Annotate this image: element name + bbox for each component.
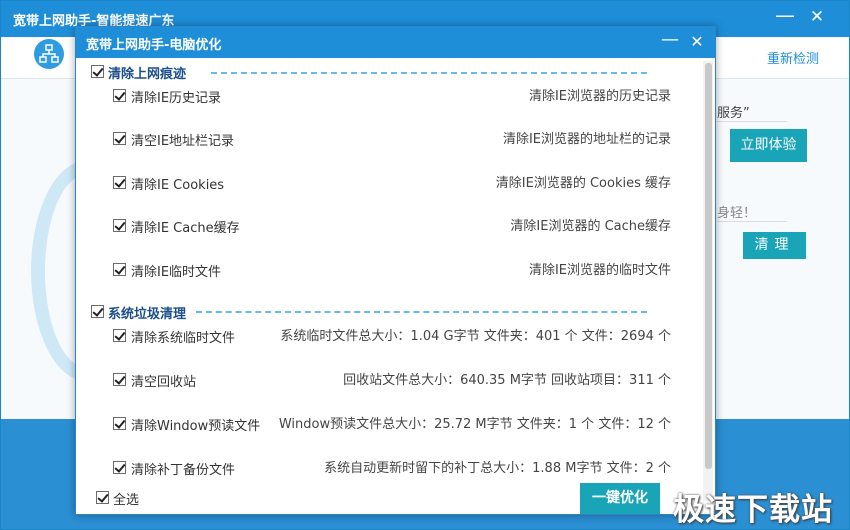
section-divider: [211, 72, 647, 74]
item-desc-sys-temp: 系统临时文件总大小：1.04 G字节 文件夹：401 个 文件：2694 个: [280, 329, 671, 344]
section-checkbox-traces[interactable]: [91, 65, 104, 78]
watermark-text: 极速下载站: [673, 492, 833, 528]
section-title-junk: 系统垃圾清理: [108, 307, 187, 322]
scrollbar-thumb[interactable]: [705, 63, 712, 469]
item-desc-patch-backup: 系统自动更新时留下的补丁总大小：1.88 M字节 文件：2 个: [324, 461, 671, 476]
item-desc-prefetch: Window预读文件总大小：25.72 M字节 文件夹：1 个 文件：12 个: [278, 417, 671, 432]
item-label-sys-temp: 清除系统临时文件: [131, 331, 236, 346]
item-checkbox-ie-cookies[interactable]: [113, 176, 126, 189]
item-label-ie-history: 清除IE历史记录: [131, 91, 222, 106]
dialog-title: 宽带上网助手-电脑优化: [86, 38, 222, 53]
item-label-ie-cookies: 清除IE Cookies: [131, 178, 225, 193]
main-close-button[interactable]: ✕: [804, 4, 830, 30]
item-desc-ie-cookies: 清除IE浏览器的 Cookies 缓存: [495, 176, 671, 191]
item-checkbox-ie-history[interactable]: [113, 89, 126, 102]
dialog-minimize-button[interactable]: —: [659, 30, 681, 54]
optimize-dialog: 宽带上网助手-电脑优化 — ✕ 清除上网痕迹 清除IE历史记录 清除IE浏览器的…: [75, 26, 716, 515]
item-label-ie-address: 清空IE地址栏记录: [131, 134, 235, 149]
section-checkbox-junk[interactable]: [91, 305, 104, 318]
item-checkbox-ie-address[interactable]: [113, 132, 126, 145]
light-text-fragment: 身轻！: [717, 206, 757, 221]
section-title-traces: 清除上网痕迹: [108, 67, 187, 82]
one-click-optimize-button[interactable]: 一键优化: [580, 483, 660, 514]
item-checkbox-ie-cache[interactable]: [113, 219, 126, 232]
network-topology-icon: [34, 39, 64, 69]
select-all-checkbox[interactable]: [96, 491, 109, 504]
item-label-prefetch: 清除Window预读文件: [131, 419, 261, 434]
select-all-label: 全选: [113, 493, 140, 508]
item-checkbox-patch-backup[interactable]: [113, 461, 126, 474]
recheck-link[interactable]: 重新检测: [767, 48, 819, 67]
try-now-button[interactable]: 立即体验: [730, 129, 807, 162]
item-checkbox-prefetch[interactable]: [113, 417, 126, 430]
item-checkbox-recycle-bin[interactable]: [113, 373, 126, 386]
item-checkbox-ie-temp[interactable]: [113, 263, 126, 276]
clean-button[interactable]: 清理: [743, 232, 806, 259]
main-minimize-button[interactable]: —: [772, 4, 798, 30]
item-desc-ie-cache: 清除IE浏览器的 Cache缓存: [510, 219, 671, 234]
item-desc-ie-history: 清除IE浏览器的历史记录: [528, 89, 671, 104]
divider: [717, 121, 787, 122]
item-label-ie-temp: 清除IE临时文件: [131, 265, 222, 280]
item-checkbox-sys-temp[interactable]: [113, 329, 126, 342]
item-label-patch-backup: 清除补丁备份文件: [131, 463, 236, 478]
dialog-close-button[interactable]: ✕: [686, 30, 708, 54]
divider: [717, 221, 787, 222]
section-divider: [196, 311, 647, 313]
item-desc-ie-address: 清除IE浏览器的地址栏的记录: [502, 132, 671, 147]
item-label-ie-cache: 清除IE Cache缓存: [131, 221, 240, 236]
item-desc-ie-temp: 清除IE浏览器的临时文件: [528, 263, 671, 278]
service-text-fragment: 服务”: [717, 106, 750, 121]
item-desc-recycle-bin: 回收站文件总大小：640.35 M字节 回收站项目：311 个: [343, 373, 671, 388]
item-label-recycle-bin: 清空回收站: [131, 375, 197, 390]
dialog-titlebar: 宽带上网助手-电脑优化 — ✕: [76, 27, 715, 58]
